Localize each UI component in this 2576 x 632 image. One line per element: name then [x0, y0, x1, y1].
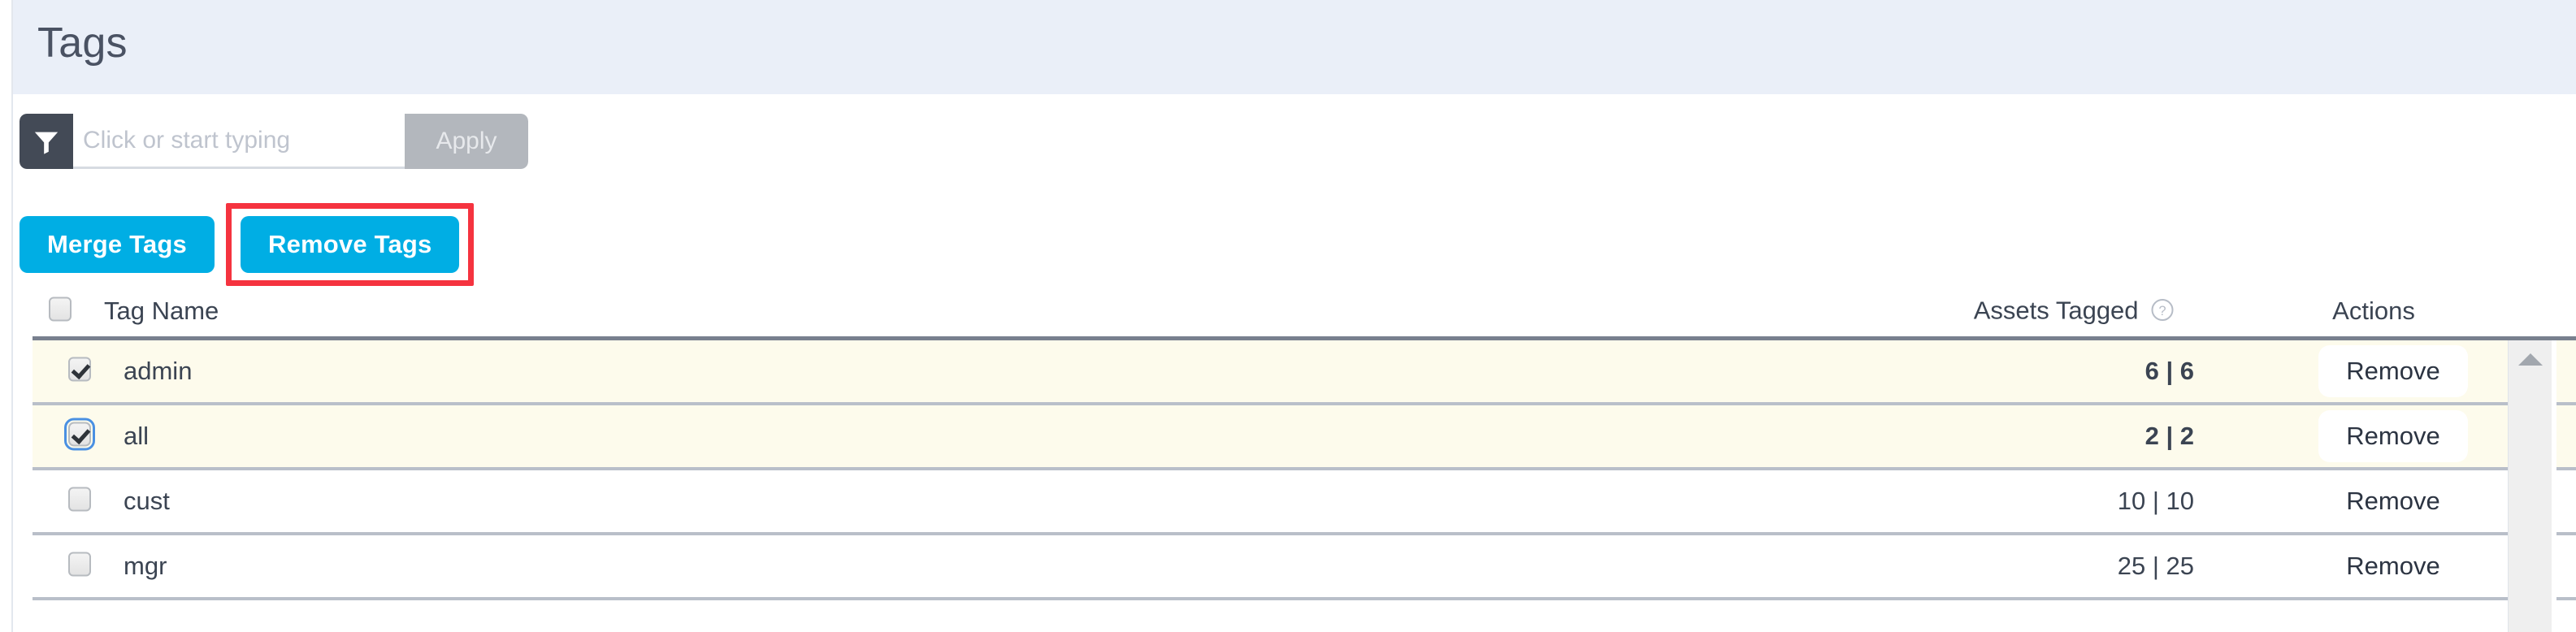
actions-cell: Remove [2292, 540, 2495, 592]
assets-tagged-value: 6 | 6 [2144, 357, 2194, 385]
action-button-row: Merge Tags Remove Tags [20, 203, 475, 286]
filter-input[interactable] [73, 114, 405, 169]
svg-text:?: ? [2158, 304, 2166, 318]
actions-cell: Remove [2292, 410, 2495, 462]
tag-name-cell: admin [124, 357, 193, 385]
page-header: Tags [13, 0, 2576, 94]
assets-tagged-cell: 25 | 25 [1950, 552, 2194, 581]
row-checkbox[interactable] [64, 418, 95, 451]
table-row[interactable]: all 2 | 2 Remove [33, 405, 2576, 470]
remove-row-button[interactable]: Remove [2318, 345, 2468, 397]
triangle-up-icon[interactable] [2517, 353, 2543, 366]
remove-row-button[interactable]: Remove [2318, 540, 2467, 592]
row-checkbox[interactable] [68, 357, 91, 382]
table-header-row: Tag Name Assets Tagged ? Actions [13, 286, 2576, 340]
help-icon[interactable]: ? [2150, 298, 2175, 327]
table-body: admin 6 | 6 Remove all 2 | 2 Remove cust 10 | 1… [33, 340, 2576, 632]
select-all-checkbox[interactable] [49, 297, 72, 322]
row-checkbox-cell [68, 487, 91, 516]
remove-tags-highlight-box: Remove Tags [225, 203, 475, 286]
filter-bar: Apply [20, 114, 528, 169]
select-all-checkbox-cell [49, 297, 72, 326]
page-title: Tags [37, 19, 128, 67]
tag-name-cell: cust [124, 487, 170, 515]
assets-tagged-value: 25 | 25 [2117, 552, 2194, 580]
assets-tagged-cell: 2 | 2 [1950, 422, 2194, 451]
table-scrollbar[interactable] [2508, 340, 2556, 632]
filter-icon-button[interactable] [20, 114, 73, 169]
table-row[interactable]: cust 10 | 10 Remove [33, 470, 2576, 535]
assets-tagged-value: 2 | 2 [2144, 422, 2194, 450]
merge-tags-button[interactable]: Merge Tags [20, 216, 215, 273]
remove-row-button[interactable]: Remove [2318, 410, 2468, 462]
tags-page: Tags Apply Merge Tags Remove Tags Tag Na… [0, 0, 2576, 632]
assets-tagged-cell: 10 | 10 [1950, 487, 2194, 516]
row-checkbox[interactable] [68, 487, 91, 512]
funnel-icon [34, 132, 59, 154]
row-checkbox-cell [68, 357, 91, 386]
column-header-assets-tagged-label: Assets Tagged [1973, 296, 2139, 325]
table-row[interactable]: mgr 25 | 25 Remove [33, 535, 2576, 600]
actions-cell: Remove [2292, 475, 2495, 527]
remove-tags-button[interactable]: Remove Tags [240, 216, 460, 273]
row-checkbox-cell [64, 418, 95, 451]
left-gutter [0, 0, 13, 632]
tags-table: Tag Name Assets Tagged ? Actions admin 6 … [13, 286, 2576, 632]
row-checkbox-cell [68, 552, 91, 581]
assets-tagged-value: 10 | 10 [2117, 487, 2194, 515]
column-header-actions: Actions [2332, 297, 2415, 325]
remove-row-button[interactable]: Remove [2318, 475, 2467, 527]
table-row[interactable]: admin 6 | 6 Remove [33, 340, 2576, 405]
tag-name-cell: all [124, 422, 150, 450]
row-checkbox[interactable] [68, 552, 91, 577]
column-header-tag-name: Tag Name [104, 297, 219, 325]
apply-button[interactable]: Apply [405, 114, 528, 169]
column-header-assets-tagged: Assets Tagged ? [1931, 297, 2175, 327]
actions-cell: Remove [2292, 345, 2495, 397]
assets-tagged-cell: 6 | 6 [1950, 357, 2194, 386]
tag-name-cell: mgr [124, 552, 167, 580]
